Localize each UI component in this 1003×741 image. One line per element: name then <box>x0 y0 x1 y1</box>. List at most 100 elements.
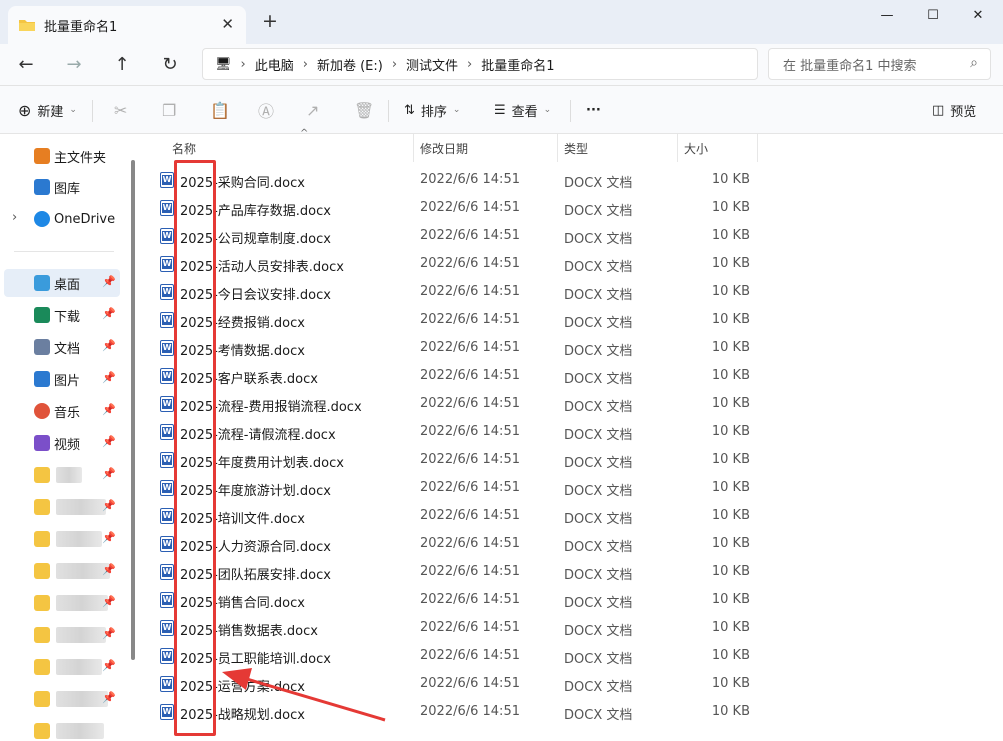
file-size: 10 KB <box>711 228 750 243</box>
sidebar-item-home[interactable]: 主文件夹 <box>4 142 120 170</box>
scrollbar-thumb[interactable] <box>131 160 135 660</box>
new-tab-button[interactable]: + <box>262 10 278 32</box>
file-row[interactable]: W 2025-公司规章制度.docx 2022/6/6 14:51 DOCX 文档 10… <box>154 222 754 250</box>
file-row[interactable]: W 2025-年度费用计划表.docx 2022/6/6 14:51 DOCX 文档 1… <box>154 446 754 474</box>
close-tab-icon[interactable]: ✕ <box>221 15 234 33</box>
breadcrumb-3[interactable]: 批量重命名1 <box>481 55 554 74</box>
sidebar-item-music[interactable]: 音乐 📌 <box>4 397 120 425</box>
file-row[interactable]: W 2025-经费报销.docx 2022/6/6 14:51 DOCX 文档 10 K… <box>154 306 754 334</box>
folder-icon <box>34 691 50 707</box>
window-tab[interactable]: 批量重命名1 ✕ <box>8 6 246 44</box>
word-doc-icon: W <box>160 648 174 664</box>
sidebar-item-downloads[interactable]: 下载 📌 <box>4 301 120 329</box>
sidebar-item-label: OneDrive <box>54 211 116 227</box>
sidebar-item-blurred[interactable]: 📌 <box>4 589 120 617</box>
forward-button[interactable]: → <box>60 53 88 77</box>
sidebar-item-blurred[interactable]: 📌 <box>4 557 120 585</box>
file-row[interactable]: W 2025-战略规划.docx 2022/6/6 14:51 DOCX 文档 10 K… <box>154 698 754 726</box>
pin-icon[interactable]: 📌 <box>102 531 116 544</box>
file-row[interactable]: W 2025-考情数据.docx 2022/6/6 14:51 DOCX 文档 10 K… <box>154 334 754 362</box>
file-row[interactable]: W 2025-采购合同.docx 2022/6/6 14:51 DOCX 文档 10 K… <box>154 166 754 194</box>
file-type: DOCX 文档 <box>564 260 633 275</box>
sidebar-item-blurred[interactable]: 📌 <box>4 621 120 649</box>
sidebar-item-videos[interactable]: 视频 📌 <box>4 429 120 457</box>
column-header-name[interactable]: ^ 名称 <box>154 128 414 162</box>
rename-icon[interactable]: Ⓐ <box>258 98 274 122</box>
file-row[interactable]: W 2025-培训文件.docx 2022/6/6 14:51 DOCX 文档 10 K… <box>154 502 754 530</box>
pin-icon[interactable]: 📌 <box>102 563 116 576</box>
minimize-button[interactable]: — <box>864 4 910 26</box>
column-date-label: 修改日期 <box>420 141 469 156</box>
pin-icon[interactable]: 📌 <box>102 403 116 416</box>
column-header-date[interactable]: 修改日期 <box>414 134 558 162</box>
column-header-size[interactable]: 大小 <box>678 134 758 162</box>
address-bar[interactable]: 🖥 › 此电脑 › 新加卷 (E:) › 测试文件 › 批量重命名1 <box>202 48 758 80</box>
delete-icon[interactable]: 🗑 <box>354 98 374 122</box>
view-button[interactable]: ☰ 查看 ⌄ <box>494 98 551 122</box>
sidebar-item-documents[interactable]: 文档 📌 <box>4 333 120 361</box>
file-row[interactable]: W 2025-客户联系表.docx 2022/6/6 14:51 DOCX 文档 10 … <box>154 362 754 390</box>
file-row[interactable]: W 2025-运营方案.docx 2022/6/6 14:51 DOCX 文档 10 K… <box>154 670 754 698</box>
search-input[interactable]: 在 批量重命名1 中搜索 ⌕ <box>768 48 991 80</box>
close-window-button[interactable]: ✕ <box>955 4 1001 26</box>
breadcrumb-0[interactable]: 此电脑 <box>255 55 294 74</box>
file-row[interactable]: W 2025-年度旅游计划.docx 2022/6/6 14:51 DOCX 文档 10… <box>154 474 754 502</box>
copy-icon[interactable]: ❐ <box>162 98 176 122</box>
gallery-icon <box>34 179 50 195</box>
file-row[interactable]: W 2025-销售合同.docx 2022/6/6 14:51 DOCX 文档 10 K… <box>154 586 754 614</box>
pin-icon[interactable]: 📌 <box>102 595 116 608</box>
pin-icon[interactable]: 📌 <box>102 627 116 640</box>
sidebar-item-blurred[interactable]: 📌 <box>4 685 120 713</box>
pin-icon[interactable]: 📌 <box>102 371 116 384</box>
sidebar-item-blurred[interactable]: 📌 <box>4 493 120 521</box>
refresh-button[interactable]: ↻ <box>156 53 184 77</box>
paste-icon[interactable]: 📋 <box>210 98 230 122</box>
computer-icon[interactable]: 🖥 <box>215 57 232 72</box>
sort-button[interactable]: ⇅ 排序 ⌄ <box>404 98 460 122</box>
sidebar-item-label: 下载 <box>54 309 81 325</box>
preview-button[interactable]: ◫ 预览 <box>932 98 976 122</box>
file-row[interactable]: W 2025-流程-请假流程.docx 2022/6/6 14:51 DOCX 文档 1… <box>154 418 754 446</box>
breadcrumb-2[interactable]: 测试文件 <box>406 55 458 74</box>
folder-icon <box>34 627 50 643</box>
sidebar-item-blurred[interactable]: 📌 <box>4 461 120 489</box>
sidebar-item-blurred[interactable]: 📌 <box>4 653 120 681</box>
file-row[interactable]: W 2025-员工职能培训.docx 2022/6/6 14:51 DOCX 文档 10… <box>154 642 754 670</box>
file-row[interactable]: W 2025-销售数据表.docx 2022/6/6 14:51 DOCX 文档 10 … <box>154 614 754 642</box>
more-button[interactable]: ··· <box>586 98 601 122</box>
sidebar-item-pictures[interactable]: 图片 📌 <box>4 365 120 393</box>
file-row[interactable]: W 2025-活动人员安排表.docx 2022/6/6 14:51 DOCX 文档 1… <box>154 250 754 278</box>
sidebar-item-desktop[interactable]: 桌面 📌 <box>4 269 120 297</box>
maximize-button[interactable]: ☐ <box>910 4 956 26</box>
sidebar-item-blurred[interactable] <box>4 717 120 741</box>
breadcrumb-1[interactable]: 新加卷 (E:) <box>317 55 383 74</box>
file-type: DOCX 文档 <box>564 316 633 331</box>
sidebar-item-onedrive[interactable]: › OneDrive <box>4 205 120 233</box>
file-row[interactable]: W 2025-团队拓展安排.docx 2022/6/6 14:51 DOCX 文档 10… <box>154 558 754 586</box>
pin-icon[interactable]: 📌 <box>102 275 116 288</box>
navigation-bar: ← → ↑ ↻ 🖥 › 此电脑 › 新加卷 (E:) › 测试文件 › 批量重命… <box>0 44 1003 86</box>
file-row[interactable]: W 2025-流程-费用报销流程.docx 2022/6/6 14:51 DOCX 文… <box>154 390 754 418</box>
pin-icon[interactable]: 📌 <box>102 435 116 448</box>
back-button[interactable]: ← <box>12 53 40 77</box>
pin-icon[interactable]: 📌 <box>102 659 116 672</box>
pin-icon[interactable]: 📌 <box>102 467 116 480</box>
chevron-right-icon: › <box>302 56 308 72</box>
pin-icon[interactable]: 📌 <box>102 499 116 512</box>
pin-icon[interactable]: 📌 <box>102 339 116 352</box>
sidebar-item-gallery[interactable]: 图库 <box>4 173 120 201</box>
sidebar-item-blurred[interactable]: 📌 <box>4 525 120 553</box>
file-type: DOCX 文档 <box>564 232 633 247</box>
cut-icon[interactable]: ✂ <box>114 98 127 122</box>
file-type: DOCX 文档 <box>564 456 633 471</box>
sidebar-scrollbar[interactable] <box>128 134 138 741</box>
share-icon[interactable]: ↗ <box>306 98 319 122</box>
up-button[interactable]: ↑ <box>108 53 136 77</box>
column-header-type[interactable]: 类型 <box>558 134 678 162</box>
file-row[interactable]: W 2025-产品库存数据.docx 2022/6/6 14:51 DOCX 文档 10… <box>154 194 754 222</box>
pin-icon[interactable]: 📌 <box>102 307 116 320</box>
pin-icon[interactable]: 📌 <box>102 691 116 704</box>
file-row[interactable]: W 2025-人力资源合同.docx 2022/6/6 14:51 DOCX 文档 10… <box>154 530 754 558</box>
new-button[interactable]: ⊕ 新建 ⌄ <box>18 98 77 122</box>
file-row[interactable]: W 2025-今日会议安排.docx 2022/6/6 14:51 DOCX 文档 10… <box>154 278 754 306</box>
